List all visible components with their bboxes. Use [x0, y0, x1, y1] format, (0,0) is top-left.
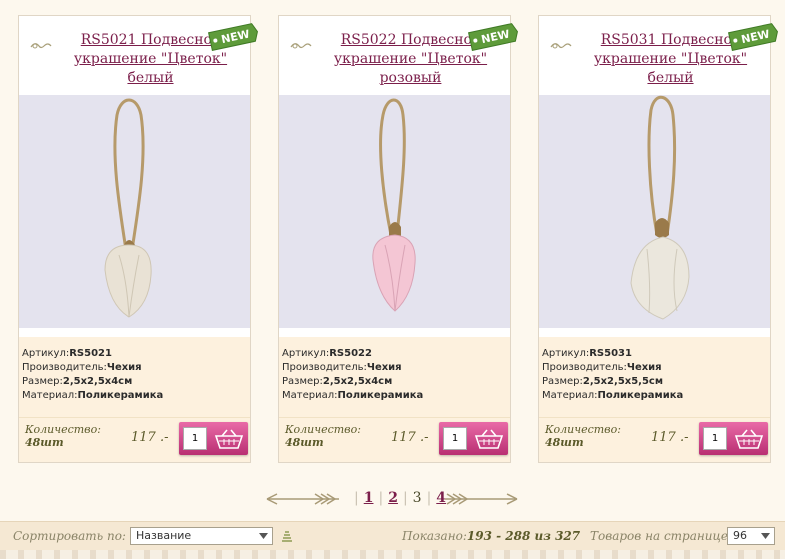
- product-image[interactable]: [279, 95, 510, 328]
- per-page-select[interactable]: 96: [727, 527, 775, 545]
- article: RS5022: [329, 348, 372, 359]
- arrow-right-icon[interactable]: [443, 492, 519, 506]
- sort-direction-icon[interactable]: [281, 530, 293, 542]
- chevron-down-icon: [761, 533, 770, 539]
- current-page: 3: [412, 490, 422, 506]
- product-info: Артикул:RS5022 Производитель:Чехия Разме…: [279, 337, 510, 417]
- size: 2,5x2,5x4см: [62, 376, 133, 387]
- add-to-cart: [439, 422, 508, 455]
- quantity-info: Количество: 48шт: [25, 423, 101, 449]
- flower-petals: [630, 236, 690, 320]
- material: Поликерамика: [337, 390, 424, 401]
- cart-quantity-input[interactable]: [443, 427, 467, 450]
- article: RS5031: [589, 348, 632, 359]
- material: Поликерамика: [77, 390, 164, 401]
- cart-quantity-input[interactable]: [183, 427, 207, 450]
- pagination: | 1 | 2 | 3 | 4: [263, 488, 523, 510]
- product-card: RS5022 Подвесное украшение "Цветок" розо…: [278, 15, 518, 463]
- product-image[interactable]: [19, 95, 250, 328]
- material: Поликерамика: [597, 390, 684, 401]
- page-link[interactable]: 2: [388, 490, 398, 506]
- article: RS5021: [69, 348, 112, 359]
- decorative-stripe: [0, 550, 785, 559]
- add-to-cart: [179, 422, 248, 455]
- swirl-icon: [290, 43, 312, 49]
- product-image[interactable]: [539, 95, 770, 328]
- manufacturer: Чехия: [366, 362, 402, 373]
- per-page-label: Товаров на странице:: [590, 529, 733, 543]
- manufacturer: Чехия: [106, 362, 142, 373]
- product-card: RS5031 Подвесное украшение "Цветок" белы…: [538, 15, 778, 463]
- quantity-info: Количество: 48шт: [545, 423, 621, 449]
- quantity-info: Количество: 48шт: [285, 423, 361, 449]
- sort-select[interactable]: Название: [130, 527, 273, 545]
- basket-icon[interactable]: [213, 427, 245, 451]
- manufacturer: Чехия: [626, 362, 662, 373]
- shown-range: Показано:193 - 288 из 327: [402, 529, 581, 543]
- size: 2,5x2,5x5,5см: [582, 376, 664, 387]
- product-footer: Количество: 48шт 117 .-: [539, 417, 770, 462]
- catalog-toolbar: Сортировать по: Название Показано:193 - …: [0, 521, 785, 551]
- sort-label: Сортировать по:: [13, 529, 126, 543]
- basket-icon[interactable]: [733, 427, 765, 451]
- price: 117 .-: [391, 430, 429, 445]
- arrow-left-icon[interactable]: [265, 492, 341, 506]
- price: 117 .-: [651, 430, 689, 445]
- new-badge: NEW: [728, 23, 778, 51]
- swirl-icon: [30, 43, 52, 49]
- product-info: Артикул:RS5021 Производитель:Чехия Разме…: [19, 337, 250, 417]
- new-badge: NEW: [208, 23, 258, 51]
- price: 117 .-: [131, 430, 169, 445]
- page-list: | 1 | 2 | 3 | 4: [354, 490, 447, 506]
- add-to-cart: [699, 422, 768, 455]
- new-badge: NEW: [468, 23, 518, 51]
- product-info: Артикул:RS5031 Производитель:Чехия Разме…: [539, 337, 770, 417]
- product-card: RS5021 Подвесное украшение "Цветок" белы…: [18, 15, 258, 463]
- product-footer: Количество: 48шт 117 .-: [19, 417, 250, 462]
- page-link[interactable]: 1: [364, 490, 374, 506]
- swirl-icon: [550, 43, 572, 49]
- product-footer: Количество: 48шт 117 .-: [279, 417, 510, 462]
- cart-quantity-input[interactable]: [703, 427, 727, 450]
- size: 2,5x2,5x4см: [322, 376, 393, 387]
- basket-icon[interactable]: [473, 427, 505, 451]
- chevron-down-icon: [259, 533, 268, 539]
